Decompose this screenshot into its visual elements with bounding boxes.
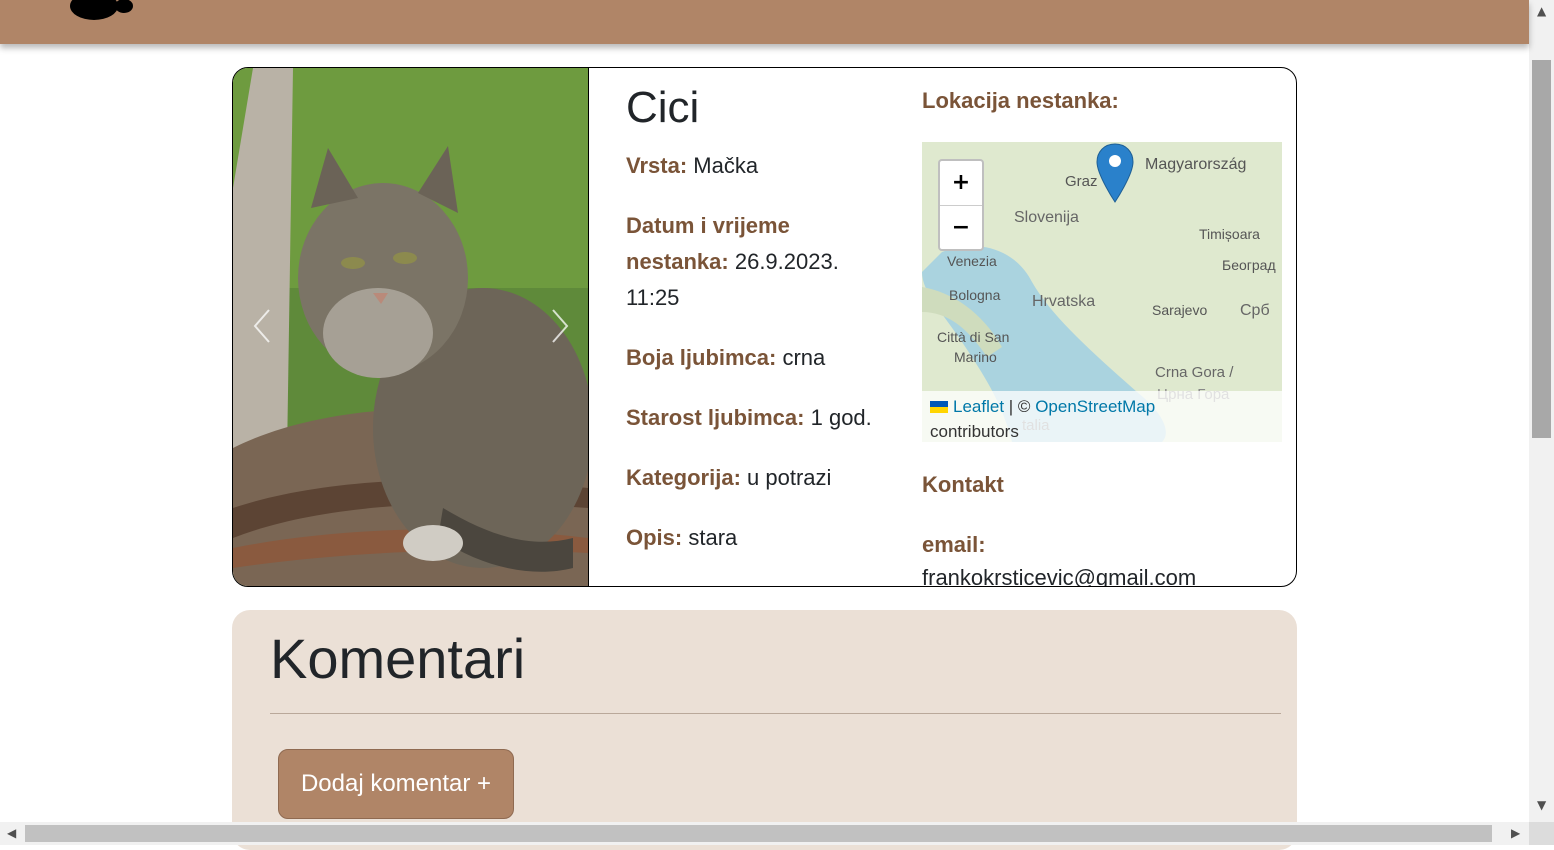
comments-divider [270, 713, 1281, 714]
email-label: email: [922, 532, 986, 557]
map-label: Timișoara [1199, 226, 1260, 242]
age-value: 1 god. [810, 405, 872, 430]
vertical-scrollbar[interactable]: ▲ ▼ [1529, 0, 1554, 822]
map-label: Magyarország [1145, 156, 1246, 173]
scroll-down-icon[interactable]: ▼ [1537, 798, 1546, 812]
species-value: Mačka [693, 153, 759, 178]
species-label: Vrsta: [626, 153, 688, 178]
cat-photo [233, 68, 588, 586]
attribution-separator: | © [1008, 397, 1031, 416]
color-field: Boja ljubimca: crna [626, 340, 876, 376]
location-contact: Lokacija nestanka: Magyarország Graz Slo… [922, 86, 1282, 586]
scroll-right-icon[interactable]: ▶ [1511, 826, 1520, 840]
age-field: Starost ljubimca: 1 god. [626, 400, 876, 436]
zoom-in-button[interactable]: + [940, 161, 982, 206]
leaflet-link[interactable]: Leaflet [953, 397, 1004, 416]
ukraine-flag-icon [930, 401, 948, 413]
map-pin-icon[interactable] [1096, 142, 1134, 204]
pet-card: Cici Vrsta: Mačka Datum i vrijeme nestan… [232, 67, 1297, 587]
pet-photo-carousel [233, 68, 589, 586]
map-label: Sarajevo [1152, 302, 1207, 318]
location-heading: Lokacija nestanka: [922, 88, 1119, 113]
category-value: u potrazi [747, 465, 832, 490]
map-zoom-control: + − [938, 159, 984, 251]
category-field: Kategorija: u potrazi [626, 460, 876, 496]
pet-info: Cici Vrsta: Mačka Datum i vrijeme nestan… [626, 82, 876, 580]
vertical-scroll-thumb[interactable] [1532, 60, 1551, 438]
map-label: Bologna [949, 287, 1001, 303]
horizontal-scroll-thumb[interactable] [25, 825, 1492, 842]
map-label: Graz [1065, 173, 1098, 190]
pet-name: Cici [626, 83, 700, 132]
carousel-prev-icon[interactable] [247, 306, 277, 346]
paw-logo-icon[interactable] [66, 0, 136, 24]
horizontal-scrollbar[interactable]: ◀ ▶ [0, 822, 1529, 845]
top-navbar [0, 0, 1529, 44]
map-label: Slovenija [1014, 209, 1079, 226]
description-value: stara [688, 525, 738, 550]
zoom-out-button[interactable]: − [940, 206, 982, 250]
email-value[interactable]: frankokrsticevic@gmail.com [922, 560, 1282, 586]
scrollbar-corner [1529, 822, 1554, 845]
map-label: Città di San [937, 329, 1009, 345]
contact-heading: Kontakt [922, 472, 1004, 497]
species-field: Vrsta: Mačka [626, 148, 876, 184]
add-comment-button[interactable]: Dodaj komentar + [278, 749, 514, 819]
map-label: Срб [1240, 302, 1270, 319]
map-label: Marino [954, 349, 997, 365]
map-attribution: Leaflet | © OpenStreetMap contributors [922, 391, 1282, 442]
map-label: Hrvatska [1032, 293, 1095, 310]
color-value: crna [782, 345, 826, 370]
scroll-left-icon[interactable]: ◀ [7, 826, 16, 840]
carousel-next-icon[interactable] [545, 306, 575, 346]
comments-title: Komentari [270, 627, 526, 690]
map-label: Crna Gora / [1155, 364, 1234, 381]
attribution-contributors: contributors [930, 422, 1019, 441]
osm-link[interactable]: OpenStreetMap [1035, 397, 1155, 416]
map-label: Venezia [947, 253, 997, 269]
scroll-up-icon[interactable]: ▲ [1537, 4, 1546, 18]
comments-section: Komentari Dodaj komentar + [232, 610, 1297, 850]
location-map[interactable]: Magyarország Graz Slovenija Timișoara Ve… [922, 142, 1282, 442]
color-label: Boja ljubimca: [626, 345, 777, 370]
category-label: Kategorija: [626, 465, 741, 490]
description-label: Opis: [626, 525, 683, 550]
description-field: Opis: stara [626, 520, 876, 556]
datetime-field: Datum i vrijeme nestanka: 26.9.2023. 11:… [626, 208, 876, 316]
age-label: Starost ljubimca: [626, 405, 805, 430]
map-label: Београд [1222, 257, 1276, 273]
